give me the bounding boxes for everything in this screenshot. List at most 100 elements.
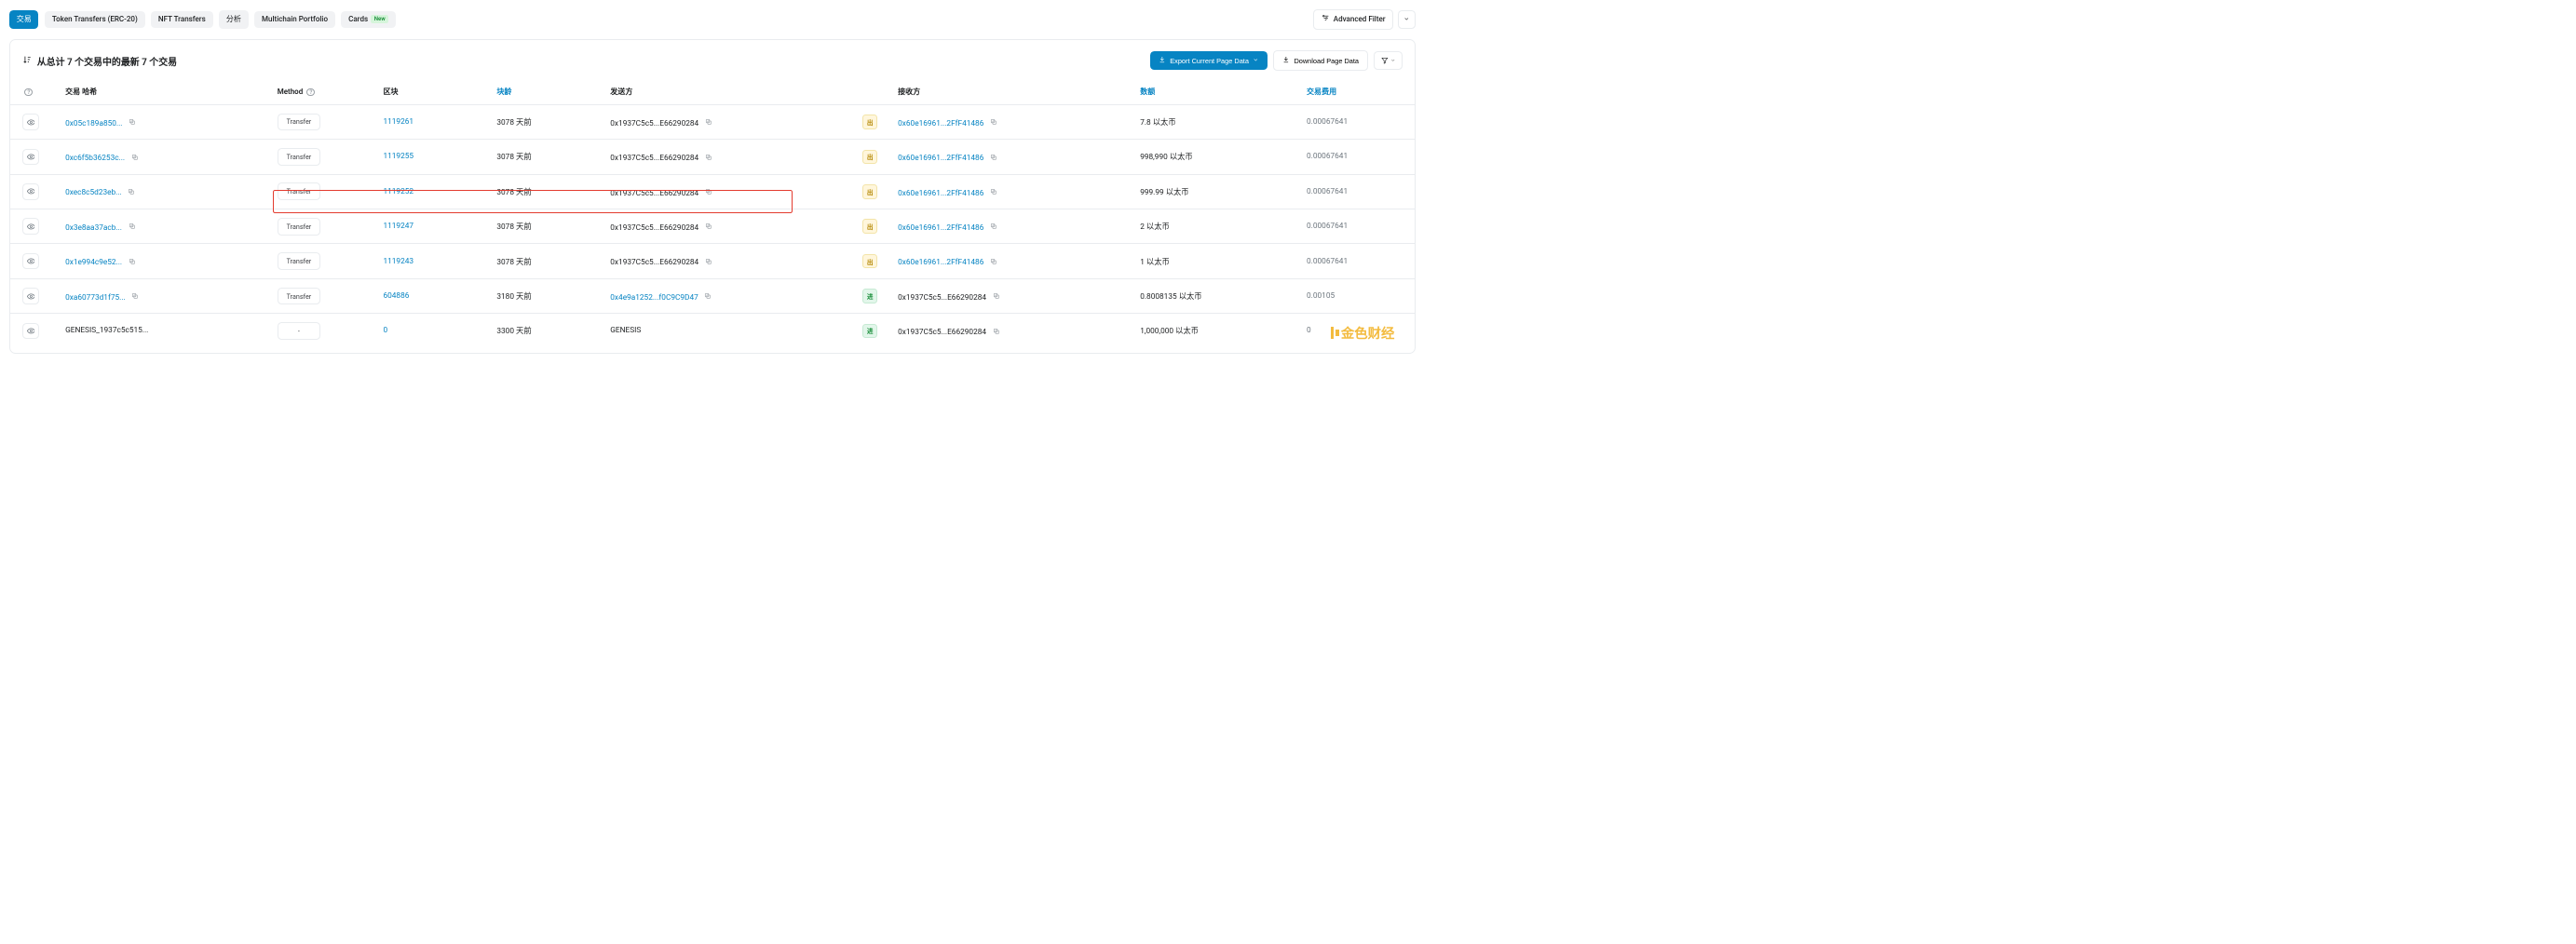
to-link[interactable]: 0x60e16961...2FfF41486 [898, 223, 983, 233]
copy-icon[interactable] [702, 254, 715, 267]
copy-icon[interactable] [702, 115, 715, 128]
table-row: 0xc6f5b36253c... Transfer 1119255 3078 天… [10, 140, 1416, 174]
download-icon [1159, 56, 1166, 65]
th-txhash[interactable]: 交易 哈希 [61, 79, 273, 104]
th-from[interactable]: 发送方 [605, 79, 847, 104]
tab-multichain[interactable]: Multichain Portfolio [254, 11, 334, 28]
from-text: 0x1937C5c5...E66290284 [610, 258, 698, 267]
copy-icon[interactable] [987, 220, 1000, 233]
th-amount[interactable]: 数额 [1135, 79, 1302, 104]
copy-icon[interactable] [126, 115, 139, 128]
direction-badge: 出 [862, 115, 876, 128]
method-pill[interactable]: Transfer [278, 114, 320, 131]
view-icon[interactable] [22, 149, 39, 166]
block-link[interactable]: 1119247 [383, 222, 414, 231]
new-badge: New [371, 15, 388, 23]
txhash-link[interactable]: 0x05c189a850... [65, 119, 122, 128]
tab-cards[interactable]: Cards New [341, 11, 395, 28]
copy-icon[interactable] [702, 220, 715, 233]
copy-icon[interactable] [987, 185, 1000, 198]
table-header-row: ? 交易 哈希 Method ? 区块 块龄 发送方 接收方 数额 交易费用 [10, 79, 1416, 104]
txhash-text: GENESIS_1937c5c515... [65, 326, 148, 335]
tab-nft-transfers[interactable]: NFT Transfers [151, 11, 212, 28]
block-link[interactable]: 1119252 [383, 187, 414, 196]
copy-icon[interactable] [125, 220, 138, 233]
copy-icon[interactable] [129, 290, 142, 303]
export-label: Export Current Page Data [1170, 57, 1249, 65]
fee-cell: 0.00067641 [1302, 174, 1416, 209]
to-link[interactable]: 0x60e16961...2FfF41486 [898, 154, 983, 163]
view-icon[interactable] [22, 218, 39, 235]
help-icon[interactable]: ? [306, 88, 315, 97]
method-pill[interactable]: Transfer [278, 218, 320, 236]
th-fee[interactable]: 交易费用 [1302, 79, 1416, 104]
method-pill[interactable]: Transfer [278, 252, 320, 270]
block-link[interactable]: 604886 [383, 291, 409, 301]
from-link[interactable]: 0x4e9a1252...f0C9C9D47 [610, 293, 698, 303]
view-icon[interactable] [22, 114, 39, 130]
help-icon[interactable]: ? [24, 88, 33, 97]
method-pill[interactable]: Transfer [278, 148, 320, 166]
direction-badge: 出 [862, 254, 876, 268]
age-cell: 3078 天前 [492, 104, 605, 139]
txhash-link[interactable]: 0xa60773d1f75... [65, 293, 126, 303]
to-link[interactable]: 0x60e16961...2FfF41486 [898, 119, 983, 128]
table-row: 0x05c189a850... Transfer 1119261 3078 天前… [10, 104, 1416, 139]
filter-icon-button[interactable] [1374, 51, 1403, 71]
direction-badge: 出 [862, 150, 876, 164]
tab-analytics[interactable]: 分析 [219, 10, 249, 29]
copy-icon[interactable] [702, 185, 715, 198]
age-cell: 3180 天前 [492, 278, 605, 313]
txhash-link[interactable]: 0x3e8aa37acb... [65, 223, 122, 233]
fee-cell: 0.00067641 [1302, 140, 1416, 174]
download-button[interactable]: Download Page Data [1273, 50, 1367, 72]
panel-head: 从总计 7 个交易中的最新 7 个交易 Export Current Page … [10, 40, 1416, 80]
th-to[interactable]: 接收方 [893, 79, 1135, 104]
view-icon[interactable] [22, 288, 39, 304]
amount-cell: 7.8 以太币 [1135, 104, 1302, 139]
view-icon[interactable] [22, 183, 39, 200]
txhash-link[interactable]: 0xec8c5d23eb... [65, 188, 122, 197]
to-link[interactable]: 0x60e16961...2FfF41486 [898, 189, 983, 198]
advanced-filter-button[interactable]: Advanced Filter [1313, 9, 1394, 30]
amount-cell: 1,000,000 以太币 [1135, 314, 1302, 348]
copy-icon[interactable] [701, 290, 714, 303]
block-link[interactable]: 1119261 [383, 117, 414, 127]
tab-transactions[interactable]: 交易 [9, 10, 39, 29]
th-age[interactable]: 块龄 [492, 79, 605, 104]
copy-icon[interactable] [128, 150, 141, 163]
advanced-filter-caret[interactable] [1398, 10, 1417, 29]
advanced-filter-label: Advanced Filter [1334, 15, 1386, 23]
th-method[interactable]: Method ? [272, 79, 378, 104]
block-link[interactable]: 1119255 [383, 152, 414, 161]
txhash-link[interactable]: 0x1e994c9e52... [65, 258, 122, 267]
filter-icon [1322, 14, 1330, 24]
block-link[interactable]: 0 [383, 326, 387, 335]
copy-icon[interactable] [125, 185, 138, 198]
view-icon[interactable] [22, 253, 39, 270]
method-pill[interactable]: Transfer [278, 288, 320, 305]
method-pill[interactable]: Transfer [278, 182, 320, 200]
copy-icon[interactable] [987, 115, 1000, 128]
sort-icon[interactable] [22, 55, 32, 67]
copy-icon[interactable] [125, 254, 138, 267]
export-button[interactable]: Export Current Page Data [1150, 51, 1268, 71]
copy-icon[interactable] [989, 324, 1002, 337]
to-link[interactable]: 0x60e16961...2FfF41486 [898, 258, 983, 267]
copy-icon[interactable] [987, 254, 1000, 267]
copy-icon[interactable] [987, 150, 1000, 163]
method-pill[interactable]: - [278, 322, 320, 340]
view-icon[interactable] [22, 323, 39, 340]
direction-badge: 出 [862, 219, 876, 233]
block-link[interactable]: 1119243 [383, 257, 414, 266]
th-block[interactable]: 区块 [378, 79, 492, 104]
tabs-row: 交易 Token Transfers (ERC-20) NFT Transfer… [9, 9, 1417, 30]
amount-cell: 2 以太币 [1135, 209, 1302, 243]
tab-token-transfers[interactable]: Token Transfers (ERC-20) [45, 11, 144, 28]
txhash-link[interactable]: 0xc6f5b36253c... [65, 154, 125, 163]
age-cell: 3078 天前 [492, 209, 605, 243]
copy-icon[interactable] [702, 150, 715, 163]
download-label: Download Page Data [1294, 57, 1359, 65]
age-cell: 3300 天前 [492, 314, 605, 348]
copy-icon[interactable] [989, 290, 1002, 303]
